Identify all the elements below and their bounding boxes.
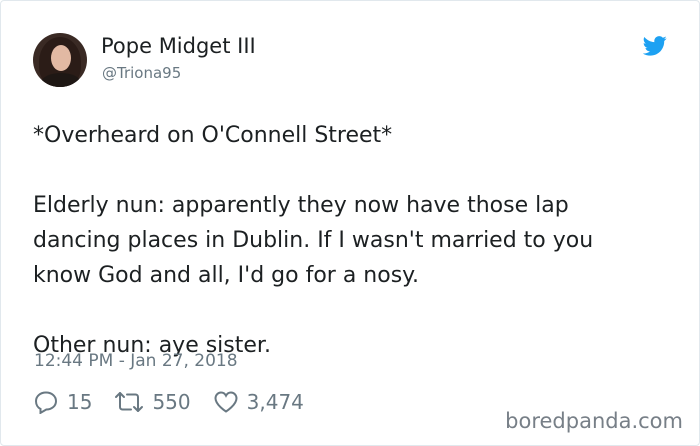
- tweet-line: *Overheard on O'Connell Street*: [33, 123, 393, 148]
- heart-icon: [214, 391, 238, 413]
- tweet-line: know God and all, I'd go for a nosy.: [33, 263, 420, 288]
- reply-button[interactable]: 15: [33, 390, 92, 414]
- tweet-timestamp[interactable]: 12:44 PM - Jan 27, 2018: [34, 351, 238, 371]
- display-name[interactable]: Pope Midget III: [101, 34, 256, 58]
- tweet-line: dancing places in Dublin. If I wasn't ma…: [33, 228, 594, 253]
- like-button[interactable]: 3,474: [213, 390, 304, 414]
- tweet-actions: 15 550 3,474: [33, 390, 326, 414]
- retweet-icon: [115, 392, 144, 412]
- tweet-card: Pope Midget III @Triona95 *Overheard on …: [0, 0, 700, 446]
- twitter-bird-icon[interactable]: [643, 36, 667, 56]
- retweet-count: 550: [152, 390, 191, 414]
- watermark: boredpanda.com: [505, 409, 683, 433]
- tweet-text: *Overheard on O'Connell Street* Elderly …: [33, 118, 673, 363]
- like-count: 3,474: [246, 390, 304, 414]
- retweet-button[interactable]: 550: [114, 390, 191, 414]
- avatar[interactable]: [33, 33, 87, 87]
- reply-count: 15: [67, 390, 93, 414]
- reply-icon: [34, 391, 58, 414]
- tweet-line: Elderly nun: apparently they now have th…: [33, 193, 569, 218]
- user-handle[interactable]: @Triona95: [102, 64, 181, 82]
